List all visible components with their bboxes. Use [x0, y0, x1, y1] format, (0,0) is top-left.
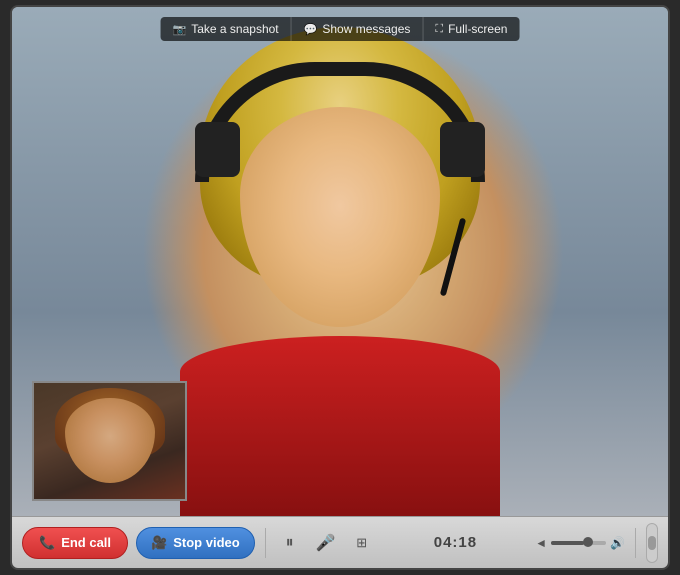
volume-thumb: [583, 537, 593, 547]
fullscreen-button[interactable]: ⛶ Full-screen: [423, 17, 519, 41]
video-toolbar: 📷 Take a snapshot 💬 Show messages ⛶ Full…: [161, 17, 520, 41]
message-icon: 💬: [304, 23, 318, 36]
dialpad-icon: ⊞: [356, 535, 367, 551]
video-call-window: 📷 Take a snapshot 💬 Show messages ⛶ Full…: [10, 5, 670, 570]
volume-control: ◄ 🔊: [535, 536, 625, 550]
snapshot-button[interactable]: 📷 Take a snapshot: [161, 17, 292, 41]
divider-2: [635, 528, 636, 558]
volume-slider[interactable]: [551, 541, 606, 545]
end-call-label: End call: [61, 535, 111, 550]
fullscreen-icon: ⛶: [435, 23, 443, 36]
headset-right-cup: [440, 122, 485, 177]
person-body: [180, 336, 500, 516]
dialpad-button[interactable]: ⊞: [348, 529, 376, 557]
end-call-button[interactable]: 📞 End call: [22, 527, 128, 559]
video-area: 📷 Take a snapshot 💬 Show messages ⛶ Full…: [12, 7, 668, 516]
headset-left-cup: [195, 122, 240, 177]
pause-button[interactable]: ⏸: [276, 529, 304, 557]
pause-icon: ⏸: [286, 534, 294, 552]
fullscreen-label: Full-screen: [448, 22, 507, 36]
call-controls-bar: 📞 End call 🎥 Stop video ⏸ 🎤 ⊞ 04:18 ◄ 🔊: [12, 516, 668, 568]
messages-label: Show messages: [322, 22, 410, 36]
snapshot-label: Take a snapshot: [191, 22, 278, 36]
volume-low-icon: ◄: [535, 536, 547, 550]
camera-icon: 📷: [173, 23, 187, 36]
volume-high-icon: 🔊: [610, 536, 625, 550]
scroll-thumb: [648, 536, 656, 550]
divider-1: [265, 528, 266, 558]
mute-button[interactable]: 🎤: [312, 529, 340, 557]
messages-button[interactable]: 💬 Show messages: [292, 17, 424, 41]
video-icon: 🎥: [151, 535, 167, 551]
phone-icon: 📞: [39, 535, 55, 551]
stop-video-button[interactable]: 🎥 Stop video: [136, 527, 255, 559]
call-timer: 04:18: [384, 534, 527, 551]
self-view-face: [65, 398, 155, 483]
stop-video-label: Stop video: [173, 535, 239, 550]
mic-icon: 🎤: [316, 533, 336, 553]
scrollbar[interactable]: [646, 523, 658, 563]
self-view-pip: [32, 381, 187, 501]
volume-fill: [551, 541, 584, 545]
